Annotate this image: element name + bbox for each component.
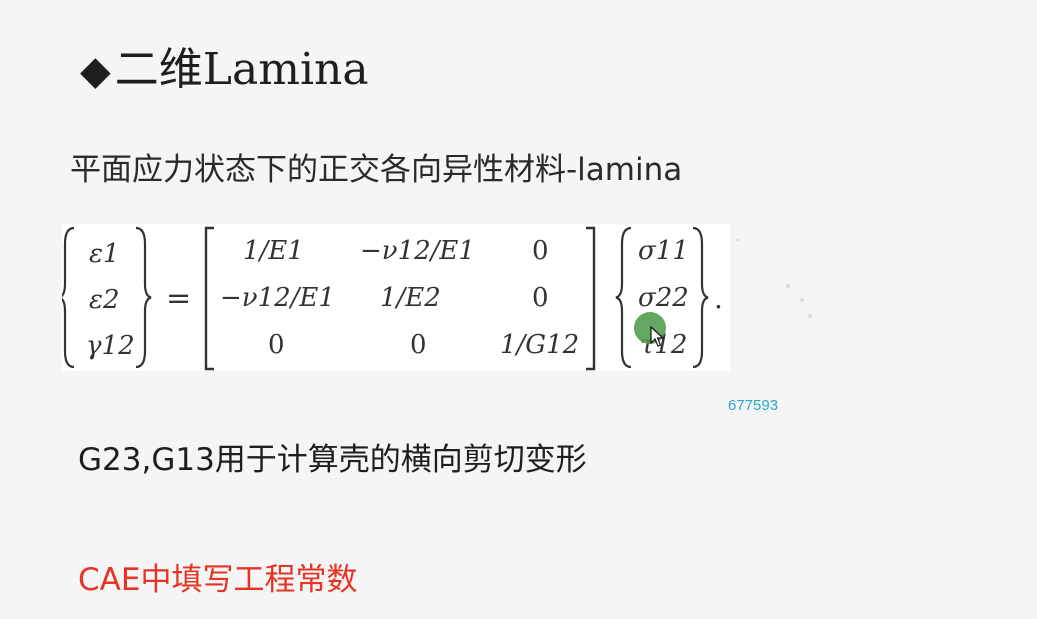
faint-dots-decoration [736, 238, 812, 318]
matrix-cell-1-1: 1/E1 [243, 236, 304, 266]
strain-gamma12: γ12 [86, 331, 135, 361]
matrix-cell-3-2: 0 [410, 330, 427, 360]
matrix-right-bracket [586, 226, 596, 371]
matrix-left-bracket [204, 226, 214, 371]
matrix-cell-3-3: 1/G12 [500, 330, 579, 360]
matrix-cell-2-2: 1/E2 [380, 283, 441, 313]
cae-note-text: CAE中填写工程常数 [78, 562, 358, 598]
slide-title-text: 二维Lamina [114, 44, 369, 95]
strain-eps2: ε2 [89, 285, 120, 315]
matrix-cell-2-3: 0 [532, 283, 549, 313]
matrix-cell-1-2: −ν12/E1 [360, 236, 475, 266]
slide-title: ◆二维Lamina [80, 42, 369, 99]
matrix-cell-3-1: 0 [268, 330, 285, 360]
matrix-cell-2-1: −ν12/E1 [220, 283, 335, 313]
stress-sigma11: σ11 [638, 236, 689, 266]
lhs-right-brace [135, 226, 152, 369]
compliance-equation: ε1 ε2 γ12 = 1/E1 −ν12/E1 0 −ν12/E1 1/E2 … [62, 224, 730, 371]
strain-eps1: ε1 [89, 239, 120, 269]
rhs-left-brace [615, 226, 632, 369]
equals-sign: = [166, 281, 191, 316]
subtitle-text: 平面应力状态下的正交各向异性材料-lamina [70, 152, 683, 188]
rhs-right-brace [692, 226, 709, 369]
equation-svg: ε1 ε2 γ12 = 1/E1 −ν12/E1 0 −ν12/E1 1/E2 … [62, 226, 723, 371]
diamond-bullet-icon: ◆ [80, 48, 111, 94]
watermark-text: 677593 [728, 397, 779, 414]
matrix-cell-1-3: 0 [532, 236, 549, 266]
mouse-cursor-icon [650, 326, 665, 347]
stress-sigma22: σ22 [638, 283, 689, 313]
shear-note-text: G23,G13用于计算壳的横向剪切变形 [78, 442, 587, 478]
equation-period: . [714, 282, 723, 315]
lhs-left-brace [62, 226, 75, 369]
